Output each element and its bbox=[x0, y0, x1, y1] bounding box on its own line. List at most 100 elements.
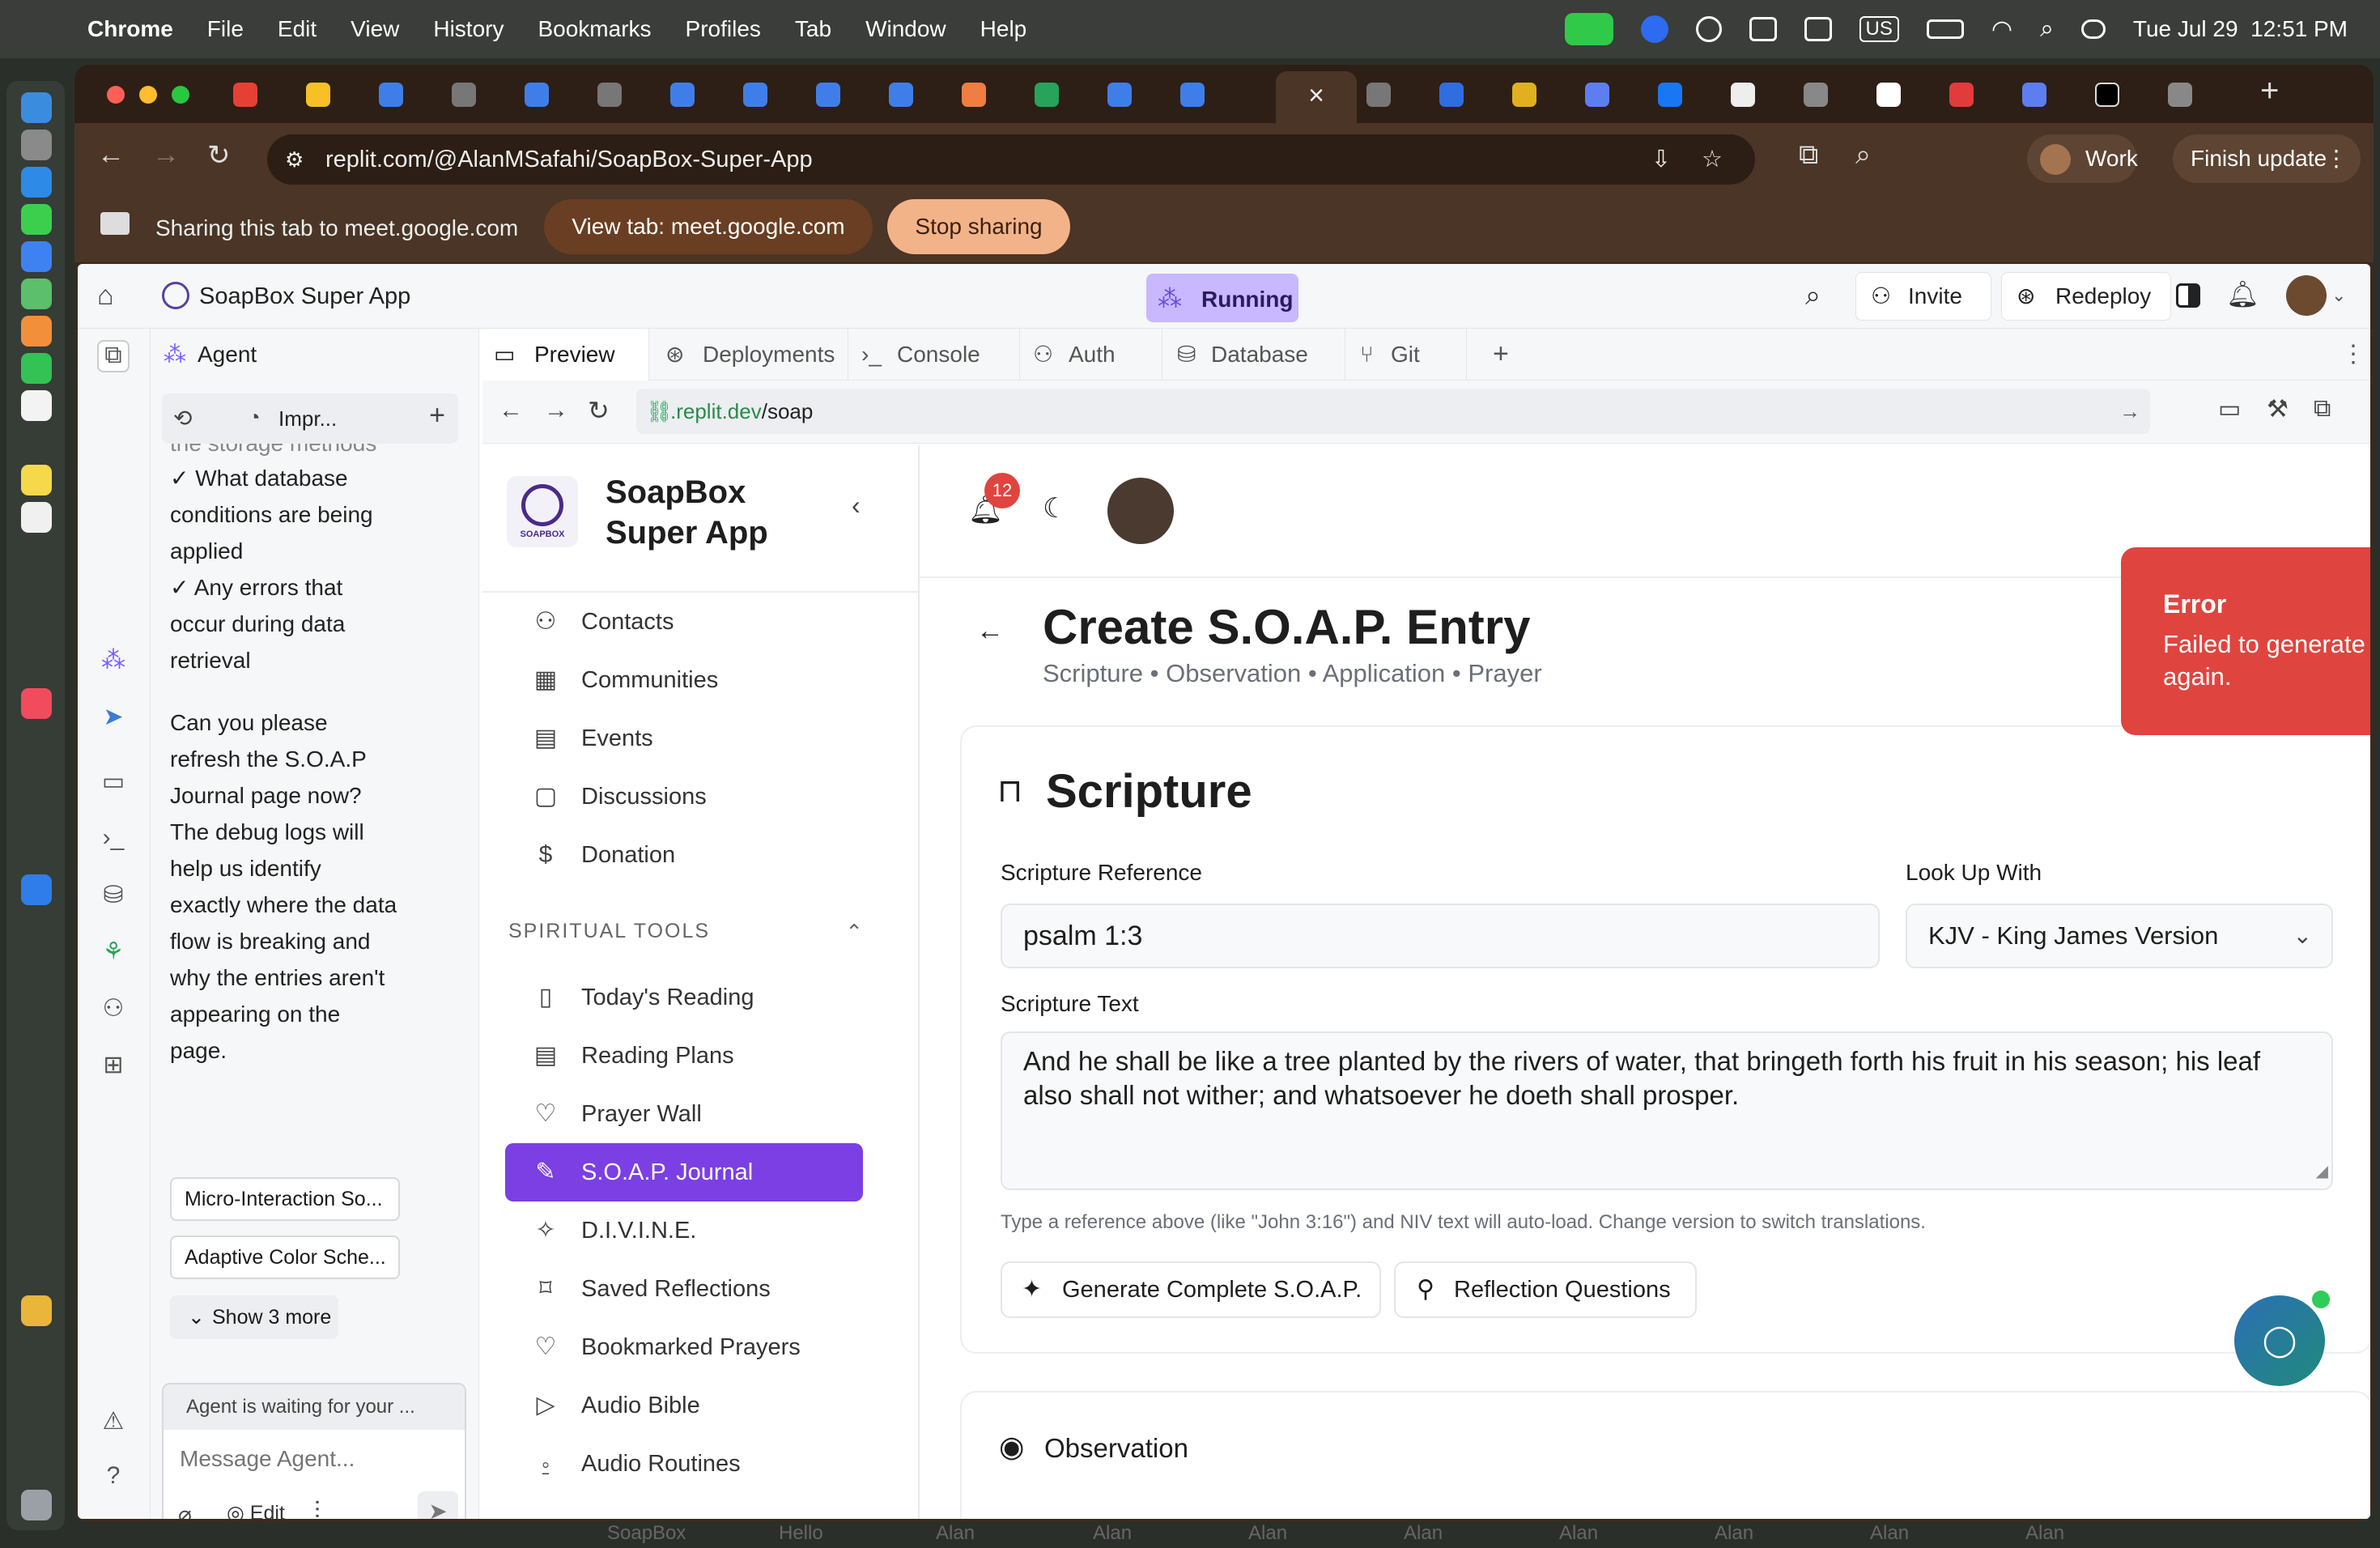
docs-tab-icon[interactable] bbox=[525, 83, 549, 107]
gmail-tab-icon[interactable] bbox=[233, 83, 257, 107]
collapse-sidebar-icon[interactable]: ‹ bbox=[852, 491, 861, 521]
attach-icon[interactable]: ⌀ bbox=[178, 1501, 192, 1519]
run-status-button[interactable]: ⁂ Running bbox=[1146, 274, 1298, 322]
taskbar-label[interactable]: Alan bbox=[1870, 1522, 1909, 1545]
edit-mode-button[interactable]: ◎ Edit bbox=[227, 1501, 285, 1519]
trash-icon[interactable] bbox=[21, 1490, 52, 1520]
new-tab-button[interactable]: + bbox=[2260, 73, 2279, 109]
devices-icon[interactable]: ▭ bbox=[2218, 395, 2241, 423]
docs-tab-icon[interactable] bbox=[1107, 83, 1132, 107]
files-icon[interactable]: ⧉ bbox=[97, 340, 130, 372]
nav-divine[interactable]: ✧ D.I.V.I.N.E. bbox=[505, 1201, 863, 1260]
preview-url-field[interactable]: ⛓ .replit.dev/soap → bbox=[636, 389, 2150, 434]
teams-icon[interactable] bbox=[1804, 17, 1832, 41]
minimize-window-icon[interactable] bbox=[139, 86, 157, 104]
database-rail-icon[interactable]: ⛁ bbox=[97, 881, 130, 913]
stop-sharing-button[interactable]: Stop sharing bbox=[887, 199, 1070, 254]
forward-icon[interactable]: → bbox=[152, 139, 180, 171]
menubar-clock[interactable]: Tue Jul 29 12:51 PM bbox=[2133, 16, 2348, 42]
finder-icon[interactable] bbox=[21, 92, 52, 123]
google-tab-icon[interactable] bbox=[1876, 83, 1901, 107]
nav-events[interactable]: ▤ Events bbox=[505, 709, 863, 768]
home-icon[interactable]: ⌂ bbox=[97, 280, 114, 312]
profile-button[interactable]: Work bbox=[2027, 134, 2138, 183]
globe-tab-icon[interactable] bbox=[2168, 83, 2192, 107]
history-icon[interactable]: ⟲ bbox=[173, 405, 192, 432]
nav-contacts[interactable]: ⚇ Contacts bbox=[505, 593, 863, 651]
view-tab-button[interactable]: View tab: meet.google.com bbox=[544, 199, 873, 254]
taskbar-label[interactable]: Alan bbox=[1093, 1522, 1132, 1545]
taskbar-label[interactable]: Alan bbox=[2025, 1522, 2064, 1545]
menu-view[interactable]: View bbox=[351, 16, 399, 42]
nav-discussions[interactable]: ▢ Discussions bbox=[505, 768, 863, 826]
control-center-icon[interactable] bbox=[2080, 19, 2106, 39]
gemini-tab-icon[interactable] bbox=[2022, 83, 2046, 107]
facebook-tab-icon[interactable] bbox=[1658, 83, 1682, 107]
photos-icon[interactable] bbox=[21, 316, 52, 347]
message-agent-input[interactable] bbox=[170, 1436, 455, 1482]
menu-help[interactable]: Help bbox=[980, 16, 1027, 42]
chevron-down-icon[interactable]: ⌄ bbox=[2331, 285, 2346, 306]
install-icon[interactable]: ⇩ bbox=[1651, 134, 1671, 185]
console-rail-icon[interactable]: ›_ bbox=[97, 824, 130, 857]
app-logo[interactable]: SOAPBOX bbox=[507, 476, 578, 547]
menu-app-name[interactable]: Chrome bbox=[87, 16, 173, 42]
nav-donation[interactable]: $ Donation bbox=[505, 826, 863, 884]
search-icon[interactable]: ⌕ bbox=[1805, 280, 1821, 312]
taskbar-label[interactable]: Alan bbox=[1559, 1522, 1598, 1545]
tab-database[interactable]: ⛁ Database bbox=[1162, 329, 1345, 381]
appstore-icon[interactable] bbox=[21, 874, 52, 905]
scripture-reference-input[interactable]: psalm 1:3 bbox=[1001, 904, 1880, 968]
maximize-window-icon[interactable] bbox=[172, 86, 189, 104]
project-icon[interactable] bbox=[162, 282, 189, 309]
new-session-icon[interactable]: + bbox=[429, 400, 445, 432]
menu-bookmarks[interactable]: Bookmarks bbox=[538, 16, 651, 42]
scripture-text-area[interactable]: And he shall be like a tree planted by t… bbox=[1001, 1031, 2333, 1190]
bookmark-star-icon[interactable]: ☆ bbox=[1702, 134, 1723, 185]
input-source-label[interactable]: US bbox=[1859, 16, 1899, 42]
tree-rail-icon[interactable]: ⚘ bbox=[97, 938, 130, 970]
launchpad-icon[interactable] bbox=[21, 130, 52, 160]
taskbar-label[interactable]: SoapBox bbox=[607, 1522, 686, 1545]
session-label[interactable]: Impr... bbox=[278, 406, 337, 432]
tab-auth[interactable]: ⚇ Auth bbox=[1020, 329, 1162, 381]
openai-tab-icon[interactable] bbox=[1366, 83, 1391, 107]
send-icon[interactable]: ➤ bbox=[418, 1491, 458, 1519]
nav-prayer-wall[interactable]: ♡ Prayer Wall bbox=[505, 1085, 863, 1143]
back-arrow-icon[interactable]: ← bbox=[976, 615, 1004, 647]
mail-icon[interactable] bbox=[21, 241, 52, 272]
wifi-icon[interactable]: ◠ bbox=[1991, 15, 2012, 44]
docs-tab-icon[interactable] bbox=[743, 83, 767, 107]
menu-tab[interactable]: Tab bbox=[795, 16, 831, 42]
settings-sliders-icon[interactable]: ⫶ bbox=[314, 1498, 321, 1519]
nav-todays-reading[interactable]: ▯ Today's Reading bbox=[505, 968, 863, 1027]
reflection-questions-button[interactable]: ⚲ Reflection Questions bbox=[1394, 1261, 1697, 1318]
devtools-icon[interactable]: ⚒ bbox=[2267, 395, 2289, 423]
chat-fab-button[interactable]: ◯ bbox=[2234, 1295, 2325, 1386]
reload-icon[interactable]: ↻ bbox=[207, 139, 231, 172]
docs-tab-icon[interactable] bbox=[889, 83, 913, 107]
facetime-dock-icon[interactable] bbox=[21, 353, 52, 384]
preview-back-icon[interactable]: ← bbox=[499, 397, 523, 424]
nav-bookmarked-prayers[interactable]: ♡ Bookmarked Prayers bbox=[505, 1318, 863, 1376]
chrome-dock-icon[interactable] bbox=[21, 1295, 52, 1326]
taskbar-label[interactable]: Alan bbox=[1248, 1522, 1287, 1545]
sheets-tab-icon[interactable] bbox=[1035, 83, 1059, 107]
preview-forward-icon[interactable]: → bbox=[544, 397, 568, 424]
site-settings-icon[interactable]: ⚙ bbox=[285, 134, 304, 185]
hubspot-tab-icon[interactable] bbox=[962, 83, 986, 107]
version-select[interactable]: KJV - King James Version ⌄ bbox=[1906, 904, 2333, 968]
bell-icon[interactable]: 🔔︎ bbox=[2226, 279, 2259, 309]
tab-icon[interactable] bbox=[1949, 83, 1974, 107]
tab-icon[interactable] bbox=[452, 83, 476, 107]
reminders-icon[interactable] bbox=[21, 502, 52, 533]
user-avatar[interactable] bbox=[2286, 275, 2327, 316]
outlook-icon[interactable] bbox=[1749, 17, 1777, 41]
auth-rail-icon[interactable]: ⚇ bbox=[97, 994, 130, 1027]
menu-file[interactable]: File bbox=[207, 16, 244, 42]
nav-communities[interactable]: ▦ Communities bbox=[505, 651, 863, 709]
drive-tab-icon[interactable] bbox=[306, 83, 330, 107]
spotlight-icon[interactable]: ⌕ bbox=[2040, 15, 2054, 43]
layout-icon[interactable] bbox=[2176, 283, 2200, 308]
nav-soap-journal[interactable]: ✎ S.O.A.P. Journal bbox=[505, 1143, 863, 1201]
